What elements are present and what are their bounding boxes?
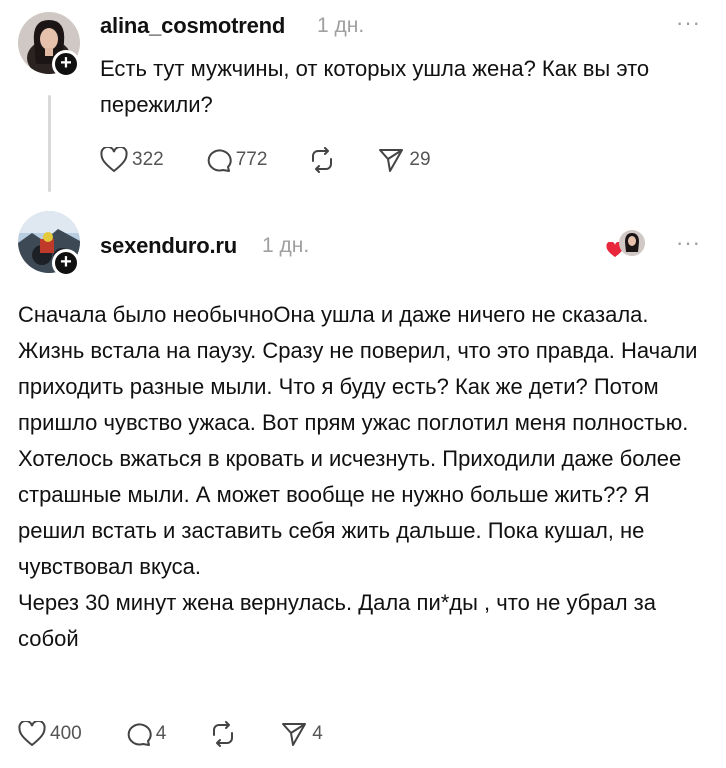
- comment-button[interactable]: 4: [124, 721, 167, 747]
- like-count: 400: [50, 723, 82, 744]
- share-icon: [282, 723, 307, 746]
- more-options-icon[interactable]: ···: [676, 10, 701, 36]
- more-options-icon[interactable]: ···: [676, 230, 701, 256]
- post-2: + sexenduro.ru 1 дн. ··· Сначала было не…: [0, 200, 726, 768]
- post-actions: 322 772 29: [100, 147, 431, 173]
- post-text: Есть тут мужчины, от которых ушла жена? …: [100, 56, 650, 117]
- comment-count: 772: [235, 149, 268, 170]
- post-paragraph: Через 30 минут жена вернулась. Дала пи*д…: [18, 590, 656, 651]
- thread-line: [48, 95, 51, 192]
- author-avatar-mini: [619, 230, 645, 256]
- follow-button[interactable]: +: [52, 249, 80, 277]
- comment-icon: [207, 149, 232, 172]
- repost-button[interactable]: [307, 147, 337, 173]
- comment-count: 4: [155, 723, 167, 744]
- post-actions: 400 4 4: [18, 721, 323, 747]
- repost-button[interactable]: [208, 721, 238, 747]
- follow-button[interactable]: +: [52, 50, 80, 78]
- timestamp: 1 дн.: [262, 234, 310, 257]
- post-text: Сначала было необычноОна ушла и даже нич…: [18, 297, 718, 657]
- repost-icon: [213, 721, 234, 747]
- share-icon: [379, 149, 404, 172]
- comment-icon: [127, 723, 152, 746]
- heart-icon: [18, 721, 46, 747]
- repost-icon: [312, 147, 333, 173]
- username[interactable]: alina_cosmotrend: [100, 13, 285, 39]
- heart-icon: [100, 147, 128, 173]
- share-button[interactable]: 29: [377, 147, 431, 173]
- author-liked-indicator: [606, 230, 646, 260]
- timestamp: 1 дн.: [317, 14, 365, 37]
- username[interactable]: sexenduro.ru: [100, 233, 237, 259]
- like-count: 322: [132, 149, 164, 170]
- like-button[interactable]: 322: [100, 147, 164, 173]
- post-paragraph: Сначала было необычноОна ушла и даже нич…: [18, 302, 698, 579]
- share-button[interactable]: 4: [280, 721, 323, 747]
- share-count: 29: [409, 149, 431, 170]
- like-button[interactable]: 400: [18, 721, 82, 747]
- share-count: 4: [312, 723, 323, 744]
- comment-button[interactable]: 772: [204, 147, 268, 173]
- post-1: + alina_cosmotrend 1 дн. ··· Есть тут му…: [0, 0, 726, 200]
